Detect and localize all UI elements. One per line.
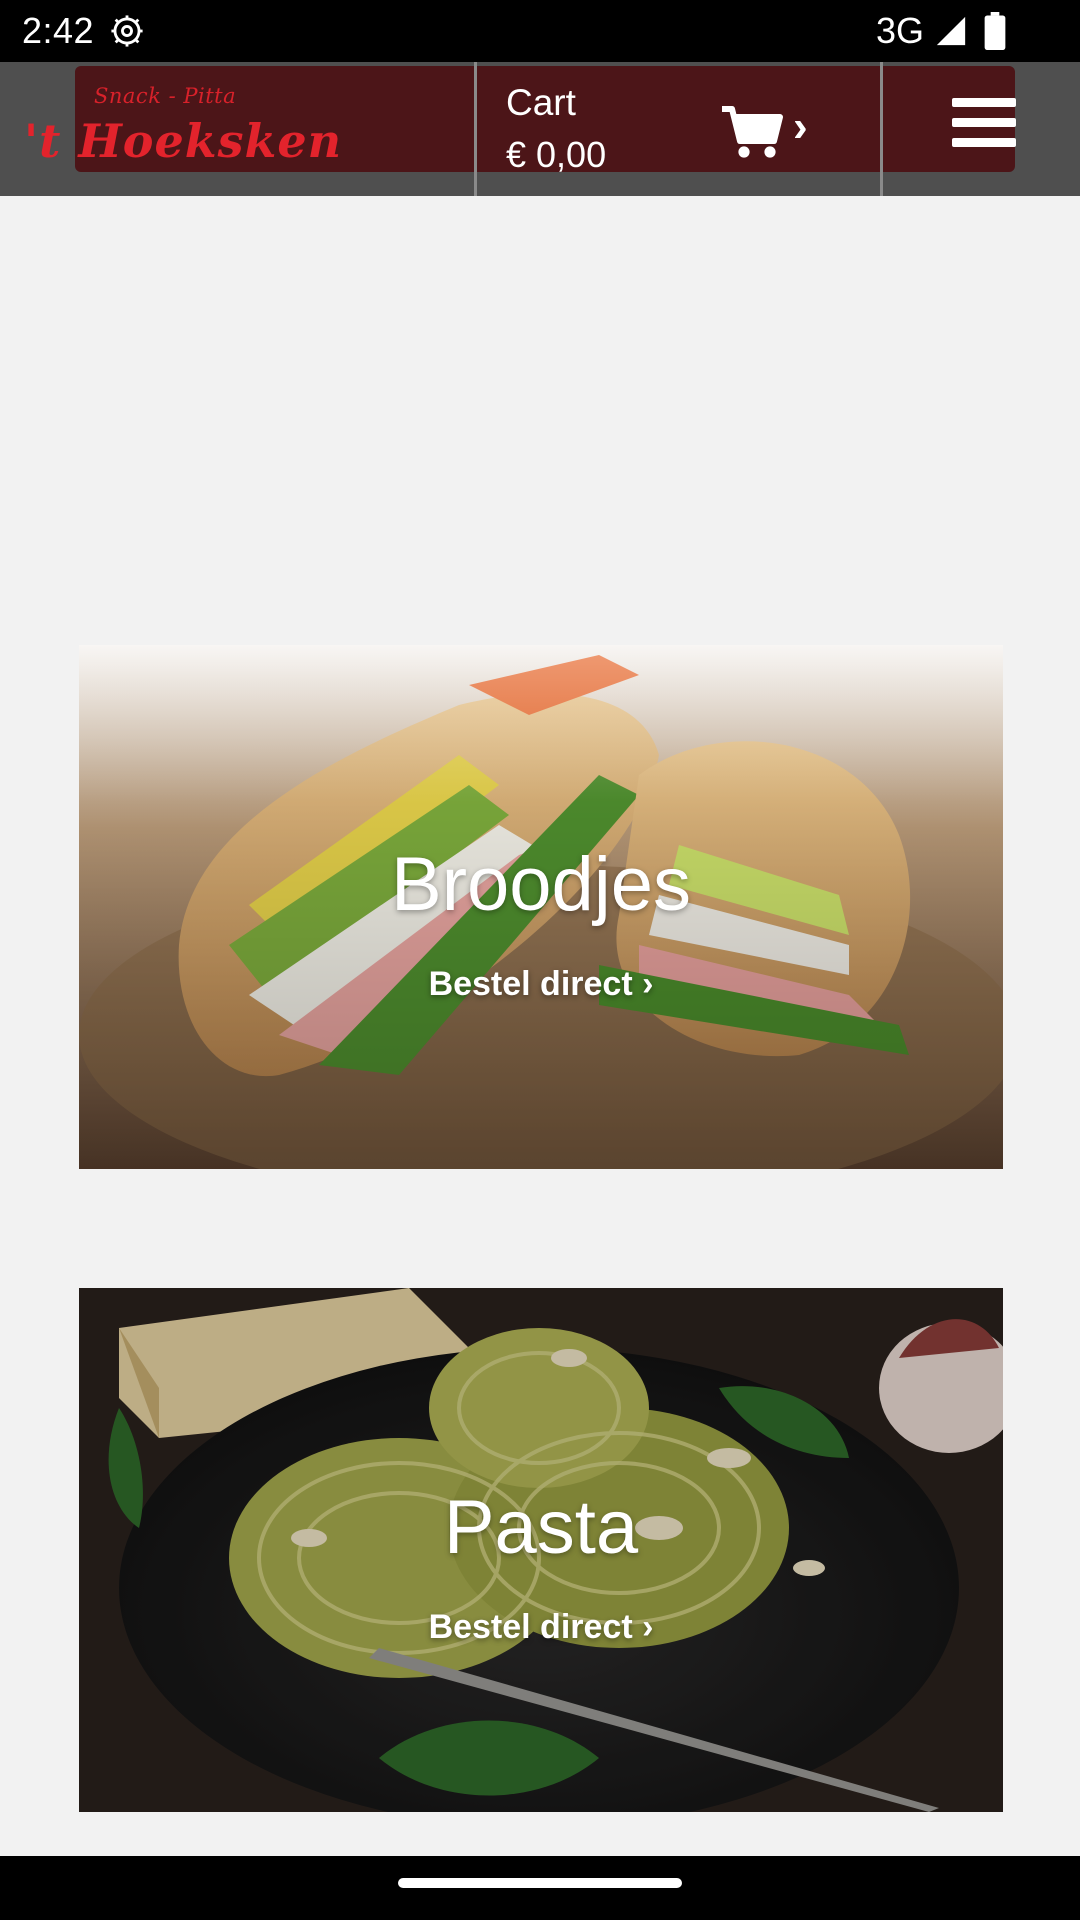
menu-button[interactable] [884,62,1080,196]
header-divider [880,62,883,196]
hamburger-menu-icon [952,98,1016,156]
category-title: Broodjes [391,842,691,927]
logo-name: 't Hoeksken [24,114,343,168]
order-now-link[interactable]: Bestel direct › [79,965,1003,1004]
cart-button[interactable]: Cart € 0,00 › [478,62,878,196]
battery-icon [984,12,1006,50]
signal-icon [936,16,966,46]
network-type: 3G [876,10,925,51]
site-header: Snack - Pitta 't Hoeksken Cart € 0,00 › [0,62,1080,196]
system-navigation-bar [0,1856,1080,1920]
status-time: 2:42 [22,10,95,51]
header-divider [474,62,477,196]
cart-total: € 0,00 [506,134,607,175]
logo-tagline: Snack - Pitta [94,84,237,108]
cart-title: Cart [506,82,576,123]
chevron-right-icon: › [793,102,808,151]
category-title: Pasta [443,1485,639,1570]
category-card-broodjes[interactable]: Broodjes Bestel direct › [79,645,1003,1169]
home-gesture-handle[interactable] [398,1878,682,1888]
shopping-cart-icon [722,106,783,158]
logo-link[interactable]: Snack - Pitta 't Hoeksken [0,62,475,196]
status-bar: 2:42 3G [0,0,1080,62]
order-now-link[interactable]: Bestel direct › [79,1608,1003,1647]
category-card-pasta[interactable]: Pasta Bestel direct › [79,1288,1003,1812]
settings-gear-icon [111,15,143,47]
